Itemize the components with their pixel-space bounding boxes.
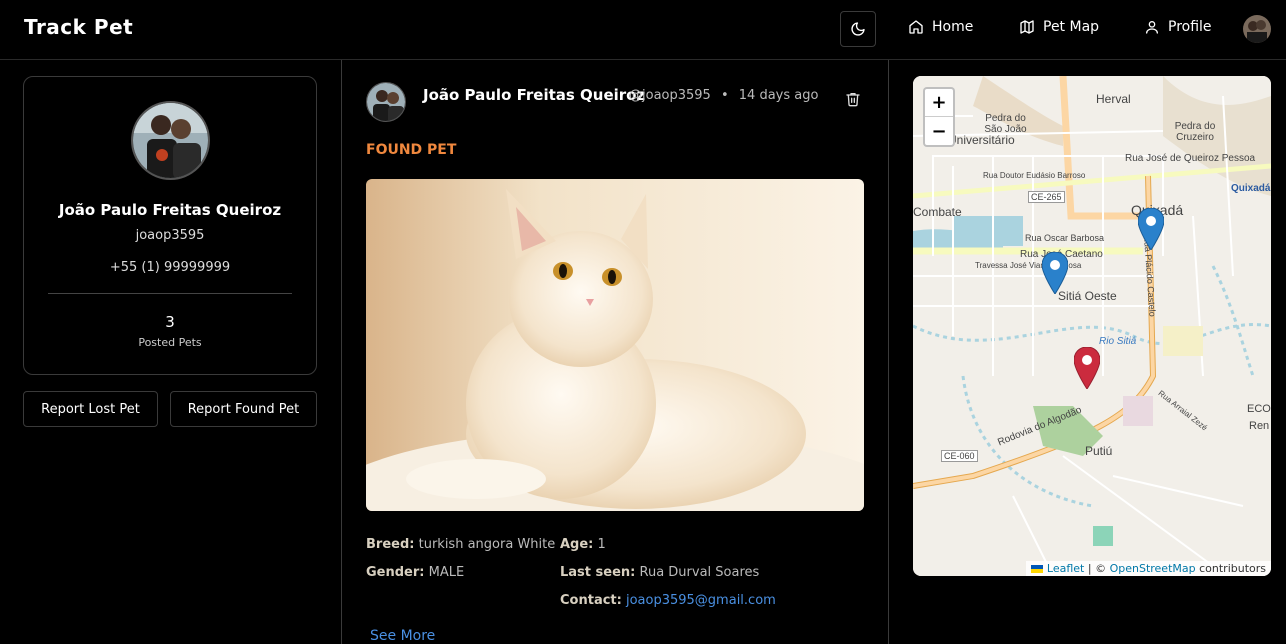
map-label-eudasio: Rua Doutor Eudásio Barroso [983, 171, 1086, 180]
map-tiles [913, 76, 1271, 576]
nav-petmap-link[interactable]: Pet Map [1019, 19, 1099, 35]
map-label-ce265: CE-265 [1028, 191, 1065, 203]
map-label-combate: Combate [913, 205, 962, 219]
nav-home-label: Home [932, 19, 974, 35]
last-seen-value: Rua Durval Soares [639, 565, 760, 580]
post-author-avatar[interactable] [366, 82, 406, 122]
trash-icon[interactable] [845, 91, 861, 107]
post-meta-separator: • [720, 88, 729, 103]
report-lost-pet-button[interactable]: Report Lost Pet [23, 391, 158, 427]
breed-label: Breed: [366, 537, 415, 552]
pet-post-card: João Paulo Freitas Queiroz @joaop3595 • … [341, 60, 889, 644]
posted-pets-count: 3 [165, 313, 175, 331]
map-marker-blue[interactable] [1042, 252, 1068, 294]
map-label-pedra-sao-joao: Pedra do São João [984, 113, 1027, 135]
age-label: Age: [560, 537, 594, 552]
profile-card: João Paulo Freitas Queiroz joaop3595 +55… [23, 76, 317, 375]
profile-username: joaop3595 [135, 228, 205, 243]
map-label-ren: Ren [1249, 420, 1270, 432]
map-attribution: Leaflet | © OpenStreetMap contributors [1026, 561, 1271, 576]
contact-label: Contact: [560, 593, 622, 608]
map-label-oscar: Rua Oscar Barbosa [1025, 233, 1105, 243]
map-label-putiu: Putiú [1085, 444, 1113, 458]
pet-photo [366, 179, 864, 511]
profile-avatar [131, 101, 210, 180]
contact-email-link[interactable]: joaop3595@gmail.com [626, 593, 776, 608]
ukraine-flag-icon [1031, 565, 1044, 573]
map-label-quixada-blue: Quixadá [1231, 183, 1271, 194]
map-label-ecoli: ECOLI [1247, 403, 1271, 415]
map-label-ce060: CE-060 [941, 450, 978, 462]
map-label-jose-queiroz: Rua José de Queiroz Pessoa [1125, 153, 1256, 164]
moon-icon [851, 22, 865, 36]
map-icon [1020, 20, 1034, 34]
user-icon [1146, 21, 1158, 34]
nav-home-link[interactable]: Home [908, 19, 973, 35]
post-author-handle: @joaop3595 [629, 88, 711, 103]
gender-value: MALE [428, 565, 465, 580]
map-label-herval: Herval [1096, 92, 1131, 106]
profile-divider [48, 293, 292, 294]
map-marker-blue[interactable] [1138, 208, 1164, 250]
breed-detail: Breed: turkish angora White [366, 537, 555, 552]
nav-profile-link[interactable]: Profile [1144, 19, 1212, 35]
osm-link[interactable]: OpenStreetMap [1110, 562, 1196, 575]
profile-name: João Paulo Freitas Queiroz [58, 201, 282, 219]
zoom-out-button[interactable]: − [925, 117, 953, 145]
posted-pets-label: Posted Pets [138, 336, 202, 349]
nav-petmap-label: Pet Map [1043, 19, 1100, 35]
map-marker-red[interactable] [1074, 347, 1100, 389]
profile-phone: +55 (1) 99999999 [109, 260, 231, 275]
post-time: 14 days ago [738, 88, 819, 103]
home-icon [909, 20, 923, 34]
gender-detail: Gender: MALE [366, 565, 464, 580]
zoom-in-button[interactable]: + [925, 89, 953, 117]
map-label-pedra-cruzeiro: Pedra do Cruzeiro [1174, 121, 1216, 143]
brand-logo[interactable]: Track Pet [24, 15, 133, 39]
post-type-label: FOUND PET [366, 142, 457, 158]
pet-map[interactable]: Herval Pedra do São João Pedra do Cruzei… [913, 76, 1271, 576]
attribution-tail: contributors [1195, 562, 1266, 575]
map-zoom-control: + − [923, 87, 955, 147]
theme-toggle-button[interactable] [840, 11, 876, 47]
user-avatar[interactable] [1243, 15, 1271, 43]
last-seen-label: Last seen: [560, 565, 636, 580]
last-seen-detail: Last seen: Rua Durval Soares [560, 565, 759, 580]
report-found-pet-button[interactable]: Report Found Pet [170, 391, 317, 427]
contact-detail: Contact: joaop3595@gmail.com [560, 593, 776, 608]
breed-value: turkish angora White [418, 537, 556, 552]
gender-label: Gender: [366, 565, 425, 580]
nav-profile-label: Profile [1168, 19, 1212, 35]
attribution-separator: | © [1084, 562, 1110, 575]
age-value: 1 [597, 537, 606, 552]
see-more-link[interactable]: See More [370, 628, 435, 644]
map-label-universitario: Universitário [948, 133, 1015, 147]
age-detail: Age: 1 [560, 537, 606, 552]
post-meta: @joaop3595 • 14 days ago [629, 88, 818, 103]
top-nav: Track Pet Home Pet Map Profile [0, 0, 1286, 60]
leaflet-link[interactable]: Leaflet [1047, 562, 1084, 575]
post-author-name[interactable]: João Paulo Freitas Queiroz [423, 86, 645, 104]
map-label-rio-sitia: Rio Sitiá [1099, 336, 1137, 347]
